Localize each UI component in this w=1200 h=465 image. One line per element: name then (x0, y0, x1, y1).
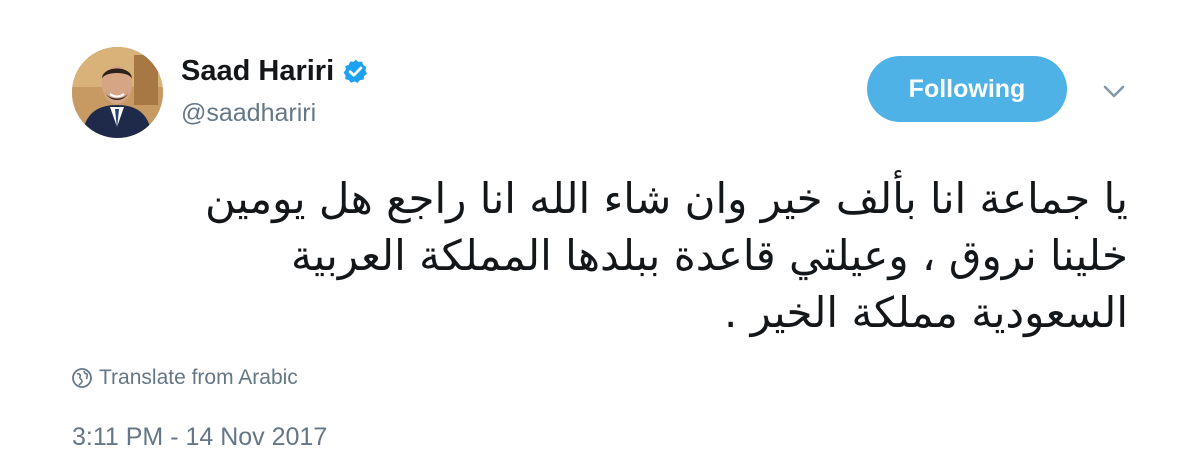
avatar[interactable] (72, 47, 163, 138)
following-button[interactable]: Following (867, 56, 1067, 122)
tweet-timestamp[interactable]: 3:11 PM - 14 Nov 2017 (72, 423, 327, 452)
globe-icon (72, 368, 92, 388)
author-handle[interactable]: @saadhariri (181, 99, 316, 128)
tweet-text: يا جماعة انا بألف خير وان شاء الله انا ر… (204, 174, 1128, 337)
avatar-photo (72, 47, 163, 138)
tweet-card: Saad Hariri @saadhariri Following يا جما… (0, 0, 1200, 465)
translate-label[interactable]: Translate from Arabic (99, 366, 298, 390)
verified-badge-icon (342, 58, 369, 85)
translate-link[interactable]: Translate from Arabic (72, 366, 298, 390)
author-display-name[interactable]: Saad Hariri (181, 55, 334, 88)
author-name-row[interactable]: Saad Hariri (181, 55, 369, 88)
chevron-down-icon[interactable] (1101, 81, 1127, 101)
